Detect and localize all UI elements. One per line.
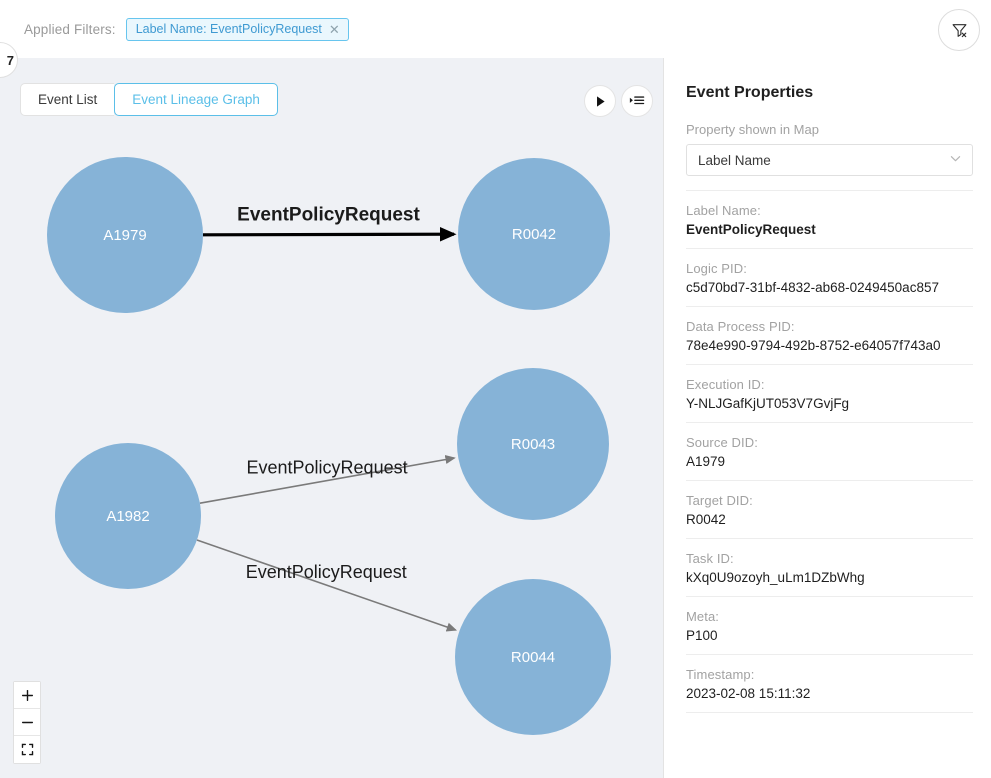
applied-filters-bar: Applied Filters: Label Name: EventPolicy…	[0, 0, 991, 58]
graph-node-label: R0043	[511, 436, 555, 453]
tab-event-list[interactable]: Event List	[20, 83, 114, 116]
graph-edge[interactable]	[197, 540, 456, 630]
list-icon	[629, 93, 645, 109]
zoom-out-button[interactable]	[14, 709, 40, 736]
property-row: Target DID: R0042	[686, 480, 973, 538]
property-row: Data Process PID: 78e4e990-9794-492b-8752…	[686, 306, 973, 364]
property-shown-in-map-select[interactable]: Label Name	[686, 144, 973, 176]
graph-edge-label[interactable]: EventPolicyRequest	[246, 562, 407, 582]
property-row: Execution ID: Y-NLJGafKjUT053V7GvjFg	[686, 364, 973, 422]
graph-node-label: R0042	[512, 226, 556, 243]
property-value: 78e4e990-9794-492b-8752-e64057f743a0	[686, 338, 973, 353]
event-lineage-screen: Applied Filters: Label Name: EventPolicy…	[0, 0, 991, 778]
page-title: Event Properties	[686, 84, 973, 102]
graph-edge-label[interactable]: EventPolicyRequest	[247, 458, 408, 478]
close-icon[interactable]: ✕	[329, 23, 340, 36]
graph-node-label: A1979	[103, 227, 146, 244]
property-key: Target DID:	[686, 493, 973, 508]
legend-list-button[interactable]	[621, 85, 653, 117]
clear-filters-button[interactable]	[938, 9, 980, 51]
graph-toolbar	[584, 85, 653, 117]
property-key: Timestamp:	[686, 667, 973, 682]
play-button[interactable]	[584, 85, 616, 117]
property-value: P100	[686, 628, 973, 643]
property-key: Logic PID:	[686, 261, 973, 276]
graph-nodes-layer: A1979 R0042 A1982 R0043 R0044	[47, 157, 611, 735]
property-value: c5d70bd7-31bf-4832-ab68-0249450ac857	[686, 280, 973, 295]
filter-chip-text: Label Name: EventPolicyRequest	[136, 23, 322, 36]
tab-event-lineage-graph[interactable]: Event Lineage Graph	[114, 83, 278, 116]
property-row: Task ID: kXq0U9ozoyh_uLm1DZbWhg	[686, 538, 973, 596]
property-key: Label Name:	[686, 203, 973, 218]
zoom-controls	[13, 681, 41, 764]
property-row: Label Name: EventPolicyRequest	[686, 190, 973, 248]
graph-canvas[interactable]: A1979 R0042 A1982 R0043 R0044 EventPolicyReq…	[0, 58, 663, 778]
tab-event-list-label: Event List	[38, 92, 97, 107]
minus-icon	[21, 716, 34, 729]
property-shown-in-map-value: Label Name	[698, 153, 771, 168]
property-value: EventPolicyRequest	[686, 222, 973, 237]
step-count-text: 7	[7, 53, 14, 68]
property-row: Source DID: A1979	[686, 422, 973, 480]
applied-filters-label: Applied Filters:	[24, 22, 116, 37]
property-key: Data Process PID:	[686, 319, 973, 334]
lineage-graph-pane[interactable]: Event List Event Lineage Graph	[0, 58, 663, 778]
property-key: Execution ID:	[686, 377, 973, 392]
event-properties-list: Label Name: EventPolicyRequest Logic PID: c…	[686, 190, 973, 712]
properties-list-end-divider	[686, 712, 973, 713]
property-value: Y-NLJGafKjUT053V7GvjFg	[686, 396, 973, 411]
event-properties-panel: Event Properties Property shown in Map L…	[664, 58, 991, 778]
filter-chip-label-name[interactable]: Label Name: EventPolicyRequest ✕	[126, 18, 349, 41]
property-key: Task ID:	[686, 551, 973, 566]
property-row: Meta: P100	[686, 596, 973, 654]
property-row: Logic PID: c5d70bd7-31bf-4832-ab68-024945…	[686, 248, 973, 306]
plus-icon	[21, 689, 34, 702]
property-shown-in-map-label: Property shown in Map	[686, 122, 973, 137]
property-value: 2023-02-08 15:11:32	[686, 686, 973, 701]
property-key: Source DID:	[686, 435, 973, 450]
graph-node-label: R0044	[511, 649, 555, 666]
fit-to-screen-button[interactable]	[14, 736, 40, 763]
tab-event-lineage-graph-label: Event Lineage Graph	[132, 92, 260, 107]
property-key: Meta:	[686, 609, 973, 624]
property-value: A1979	[686, 454, 973, 469]
graph-edge-label[interactable]: EventPolicyRequest	[237, 205, 420, 226]
filter-clear-icon	[951, 22, 968, 39]
graph-node-label: A1982	[106, 508, 149, 525]
graph-edge[interactable]	[203, 234, 454, 235]
view-tabs: Event List Event Lineage Graph	[20, 83, 278, 116]
chevron-down-icon	[949, 152, 962, 168]
fullscreen-icon	[21, 743, 34, 756]
zoom-in-button[interactable]	[14, 682, 40, 709]
graph-edge-labels-layer: EventPolicyRequest EventPolicyRequest Even…	[237, 205, 420, 583]
main-content: Event List Event Lineage Graph	[0, 58, 991, 778]
property-row: Timestamp: 2023-02-08 15:11:32	[686, 654, 973, 712]
property-value: R0042	[686, 512, 973, 527]
property-value: kXq0U9ozoyh_uLm1DZbWhg	[686, 570, 973, 585]
play-icon	[594, 95, 607, 108]
